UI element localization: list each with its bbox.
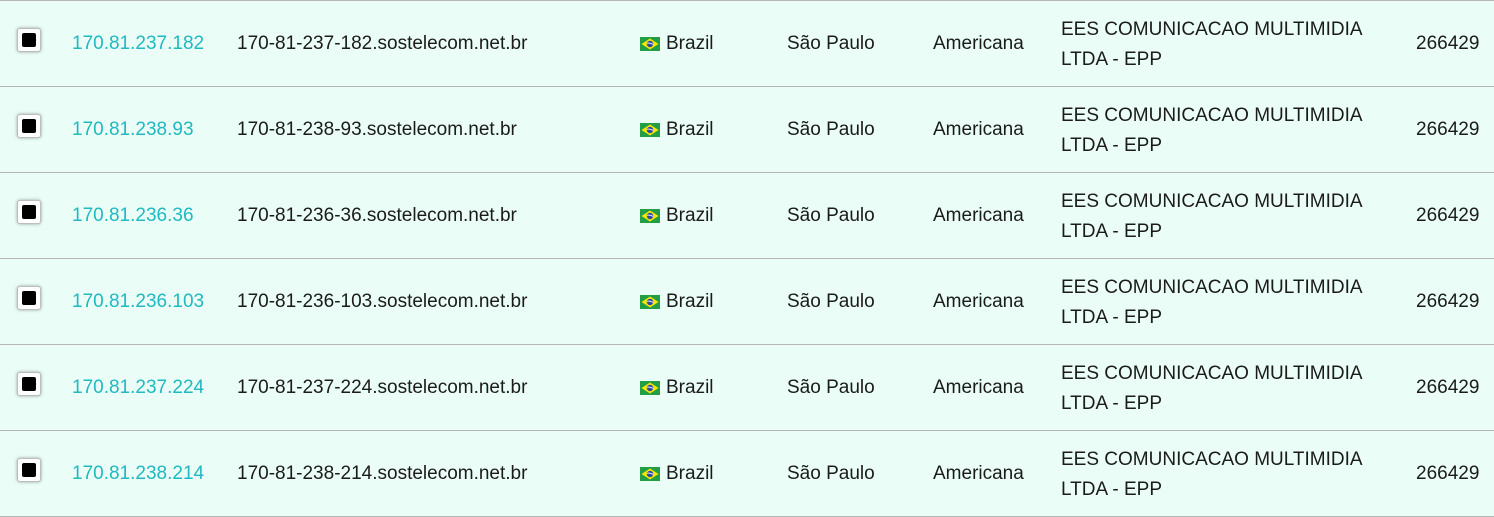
hostname: 170-81-236-103.sostelecom.net.br	[237, 290, 528, 312]
asn: 266429	[1416, 376, 1480, 398]
region: São Paulo	[787, 290, 875, 312]
ip-address-link[interactable]: 170.81.236.36	[72, 205, 194, 227]
region: São Paulo	[787, 462, 875, 484]
row-checkbox[interactable]	[17, 113, 41, 138]
table-row: 170.81.236.103 170-81-236-103.sostelecom…	[0, 259, 1494, 345]
region: São Paulo	[787, 32, 875, 54]
row-checkbox[interactable]	[17, 371, 41, 396]
checkbox-checked-mark	[22, 376, 36, 391]
hostname: 170-81-238-214.sostelecom.net.br	[237, 462, 528, 484]
country-name: Brazil	[666, 118, 714, 140]
row-checkbox[interactable]	[17, 199, 41, 224]
asn: 266429	[1416, 32, 1480, 54]
city: Americana	[933, 462, 1024, 484]
isp: EES COMUNICACAO MULTIMIDIA LTDA - EPP	[1061, 362, 1362, 414]
ip-address-link[interactable]: 170.81.238.214	[72, 463, 204, 485]
city: Americana	[933, 290, 1024, 312]
hostname: 170-81-238-93.sostelecom.net.br	[237, 118, 517, 140]
table-row: 170.81.237.182 170-81-237-182.sostelecom…	[0, 1, 1494, 87]
ip-address-link[interactable]: 170.81.237.182	[72, 33, 204, 55]
isp: EES COMUNICACAO MULTIMIDIA LTDA - EPP	[1061, 448, 1362, 500]
asn: 266429	[1416, 290, 1480, 312]
brazil-flag-icon	[640, 208, 660, 223]
ip-address-link[interactable]: 170.81.238.93	[72, 119, 194, 141]
isp: EES COMUNICACAO MULTIMIDIA LTDA - EPP	[1061, 104, 1362, 156]
asn: 266429	[1416, 118, 1480, 140]
city: Americana	[933, 204, 1024, 226]
checkbox-checked-mark	[22, 32, 36, 47]
row-checkbox[interactable]	[17, 285, 41, 310]
hostname: 170-81-237-224.sostelecom.net.br	[237, 376, 528, 398]
checkbox-checked-mark	[22, 118, 36, 133]
country-name: Brazil	[666, 462, 714, 484]
country-name: Brazil	[666, 204, 714, 226]
brazil-flag-icon	[640, 380, 660, 395]
region: São Paulo	[787, 118, 875, 140]
table-row: 170.81.237.224 170-81-237-224.sostelecom…	[0, 345, 1494, 431]
asn: 266429	[1416, 462, 1480, 484]
row-checkbox[interactable]	[17, 27, 41, 52]
checkbox-checked-mark	[22, 462, 36, 477]
table-row: 170.81.238.93 170-81-238-93.sostelecom.n…	[0, 87, 1494, 173]
brazil-flag-icon	[640, 294, 660, 309]
isp: EES COMUNICACAO MULTIMIDIA LTDA - EPP	[1061, 276, 1362, 328]
isp: EES COMUNICACAO MULTIMIDIA LTDA - EPP	[1061, 18, 1362, 70]
asn: 266429	[1416, 204, 1480, 226]
brazil-flag-icon	[640, 36, 660, 51]
country-name: Brazil	[666, 290, 714, 312]
hostname: 170-81-236-36.sostelecom.net.br	[237, 204, 517, 226]
country-name: Brazil	[666, 32, 714, 54]
city: Americana	[933, 376, 1024, 398]
table-row: 170.81.238.214 170-81-238-214.sostelecom…	[0, 431, 1494, 517]
ip-address-link[interactable]: 170.81.237.224	[72, 377, 204, 399]
country-name: Brazil	[666, 376, 714, 398]
city: Americana	[933, 32, 1024, 54]
checkbox-checked-mark	[22, 290, 36, 305]
checkbox-checked-mark	[22, 204, 36, 219]
brazil-flag-icon	[640, 122, 660, 137]
row-checkbox[interactable]	[17, 457, 41, 482]
ip-address-link[interactable]: 170.81.236.103	[72, 291, 204, 313]
table-row: 170.81.236.36 170-81-236-36.sostelecom.n…	[0, 173, 1494, 259]
brazil-flag-icon	[640, 466, 660, 481]
city: Americana	[933, 118, 1024, 140]
region: São Paulo	[787, 376, 875, 398]
region: São Paulo	[787, 204, 875, 226]
ip-results-table: 170.81.237.182 170-81-237-182.sostelecom…	[0, 0, 1494, 517]
isp: EES COMUNICACAO MULTIMIDIA LTDA - EPP	[1061, 190, 1362, 242]
hostname: 170-81-237-182.sostelecom.net.br	[237, 32, 528, 54]
